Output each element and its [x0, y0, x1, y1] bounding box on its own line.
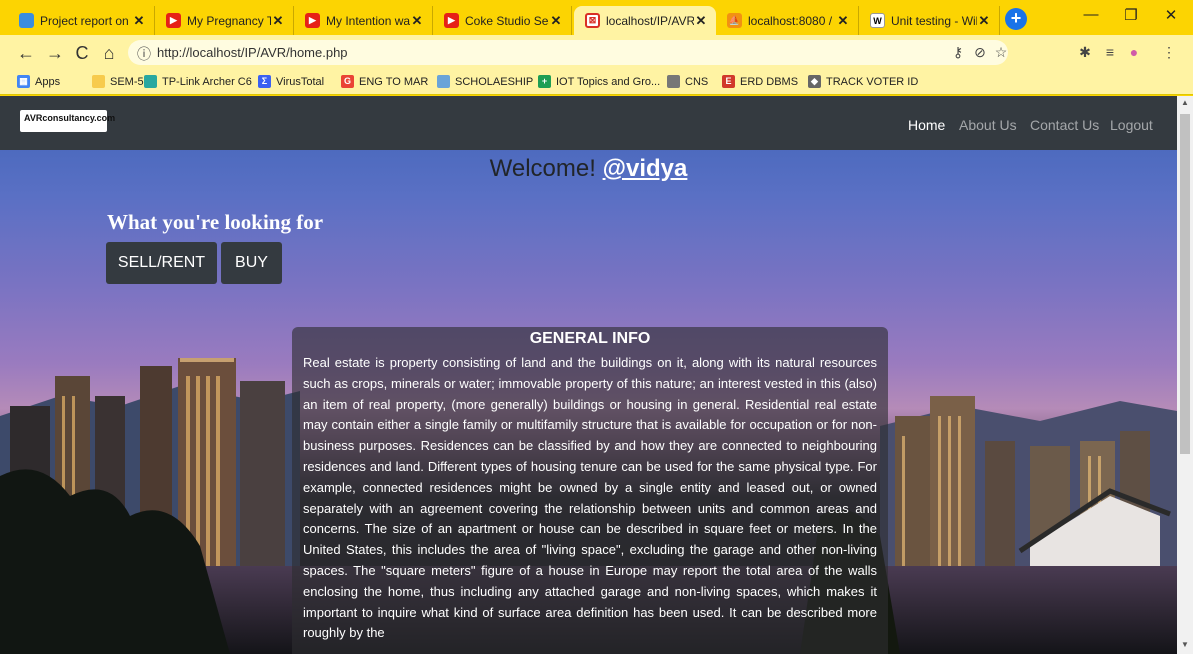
extensions-icon[interactable]: ✱: [1075, 44, 1095, 61]
bookmark-label: ENG TO MAR: [359, 75, 429, 88]
plus-square-icon: +: [538, 75, 551, 88]
new-tab-button[interactable]: +: [1005, 8, 1027, 30]
bookmark-iot[interactable]: + IOT Topics and Gro...: [538, 75, 660, 88]
bookmark-label: TP-Link Archer C6: [162, 75, 252, 88]
tplink-icon: [144, 75, 157, 88]
scroll-thumb[interactable]: [1180, 114, 1190, 454]
localhost-icon: ⊠: [585, 13, 600, 28]
buy-button[interactable]: BUY: [221, 242, 282, 284]
tab-title: Unit testing - Wiki: [891, 13, 977, 28]
bookmark-eng-to-mar[interactable]: G ENG TO MAR: [341, 75, 428, 88]
sell-rent-button[interactable]: SELL/RENT: [106, 242, 217, 284]
nav-logout[interactable]: Logout: [1110, 117, 1153, 133]
close-icon[interactable]: ✕: [549, 13, 563, 29]
bookmark-label: IOT Topics and Gro...: [556, 75, 661, 88]
file-icon: [19, 13, 34, 28]
bookmark-label: SCHOLAESHIP: [455, 75, 534, 88]
close-icon[interactable]: ✕: [977, 13, 991, 29]
minimize-icon[interactable]: —: [1071, 6, 1111, 23]
close-window-icon[interactable]: ✕: [1151, 6, 1191, 24]
home-icon[interactable]: ⌂: [97, 41, 121, 65]
track-icon: ◆: [808, 75, 821, 88]
bookmark-virustotal[interactable]: Σ VirusTotal: [258, 75, 324, 88]
tab-title: My Intention was c: [326, 13, 410, 28]
tab-title: localhost/IP/AVR/h: [606, 13, 694, 28]
folder-icon: [92, 75, 105, 88]
bookmark-label: ERD DBMS: [740, 75, 799, 88]
tab-intention[interactable]: ▶ My Intention was c ✕: [294, 6, 433, 35]
close-icon[interactable]: ✕: [410, 13, 424, 29]
close-icon[interactable]: ✕: [836, 13, 850, 29]
phpmyadmin-icon: ⛵: [727, 13, 742, 28]
apps-grid-icon: ▦: [17, 75, 30, 88]
key-icon[interactable]: ⚷: [948, 44, 968, 61]
tab-coke-studio[interactable]: ▶ Coke Studio Seaso ✕: [433, 6, 572, 35]
youtube-icon: ▶: [444, 13, 459, 28]
bookmark-tplink[interactable]: TP-Link Archer C6: [144, 75, 252, 88]
site-logo[interactable]: AVRconsultancy.com: [20, 110, 115, 132]
info-icon[interactable]: ⓘ: [137, 44, 151, 64]
bookmark-label: SEM-5: [110, 75, 144, 88]
profile-avatar-icon[interactable]: ●: [1124, 44, 1144, 60]
tab-project-report[interactable]: Project report on : ✕: [8, 6, 155, 35]
general-info-card: GENERAL INFO Real estate is property con…: [292, 327, 888, 654]
scroll-up-arrow-icon[interactable]: ▲: [1177, 98, 1193, 112]
bookmark-scholaeship[interactable]: SCHOLAESHIP: [437, 75, 533, 88]
close-icon[interactable]: ✕: [271, 13, 285, 29]
welcome-prefix: Welcome!: [489, 155, 596, 182]
tab-localhost-avr[interactable]: ⊠ localhost/IP/AVR/h ✕: [574, 6, 716, 35]
tab-title: Project report on :: [40, 13, 132, 28]
star-icon[interactable]: ☆: [991, 44, 1011, 61]
general-info-title: GENERAL INFO: [529, 330, 651, 347]
restore-icon[interactable]: ❐: [1111, 6, 1151, 24]
bookmark-cns[interactable]: CNS: [667, 75, 708, 88]
welcome-heading: Welcome! @vidya: [0, 155, 1177, 183]
tab-phpmyadmin[interactable]: ⛵ localhost:8080 / 1: ✕: [716, 6, 859, 35]
looking-for-heading: What you're looking for: [107, 210, 324, 234]
back-arrow-icon[interactable]: ←: [14, 41, 38, 65]
er-icon: E: [722, 75, 735, 88]
virustotal-icon: Σ: [258, 75, 271, 88]
bookmark-apps[interactable]: ▦ Apps: [17, 75, 60, 88]
eye-off-icon[interactable]: ⊘: [970, 44, 990, 61]
close-icon[interactable]: ✕: [132, 13, 146, 29]
google-icon: G: [341, 75, 354, 88]
nav-about-us[interactable]: About Us: [959, 117, 1017, 133]
tab-title: Coke Studio Seaso: [465, 13, 549, 28]
bookmark-label: VirusTotal: [276, 75, 325, 88]
nav-home[interactable]: Home: [908, 117, 945, 133]
tab-title: My Pregnancy Test: [187, 13, 271, 28]
bookmark-erd-dbms[interactable]: E ERD DBMS: [722, 75, 798, 88]
bookmark-sem5[interactable]: SEM-5: [92, 75, 144, 88]
forward-arrow-icon[interactable]: →: [43, 41, 67, 65]
nav-contact-us[interactable]: Contact Us: [1030, 117, 1099, 133]
reload-icon[interactable]: C: [70, 41, 94, 65]
scroll-down-arrow-icon[interactable]: ▼: [1177, 640, 1193, 654]
bookmark-label: TRACK VOTER ID: [826, 75, 919, 88]
tab-strip: Project report on : ✕ ▶ My Pregnancy Tes…: [0, 0, 1193, 35]
site-navbar: AVRconsultancy.com Home About Us Contact…: [0, 96, 1177, 150]
url-text[interactable]: http://localhost/IP/AVR/home.php: [157, 45, 348, 60]
tab-pregnancy[interactable]: ▶ My Pregnancy Test ✕: [155, 6, 294, 35]
reading-list-icon[interactable]: ≡: [1100, 44, 1120, 60]
username-link[interactable]: @vidya: [603, 155, 688, 182]
cns-icon: [667, 75, 680, 88]
bookmark-track-voter-id[interactable]: ◆ TRACK VOTER ID: [808, 75, 918, 88]
youtube-icon: ▶: [166, 13, 181, 28]
tab-title: localhost:8080 / 1:: [748, 13, 836, 28]
wikipedia-icon: W: [870, 13, 885, 28]
tab-wikipedia[interactable]: W Unit testing - Wiki ✕: [859, 6, 1000, 35]
close-icon[interactable]: ✕: [694, 13, 708, 29]
brand-text: AVRconsultancy.com: [24, 113, 116, 123]
menu-kebab-icon[interactable]: ⋮: [1159, 44, 1179, 61]
page-icon: [437, 75, 450, 88]
bookmark-label: CNS: [685, 75, 709, 88]
general-info-text: Real estate is property consisting of la…: [303, 355, 877, 641]
page-viewport: AVRconsultancy.com Home About Us Contact…: [0, 96, 1177, 654]
bookmark-label: Apps: [35, 75, 61, 88]
youtube-icon: ▶: [305, 13, 320, 28]
